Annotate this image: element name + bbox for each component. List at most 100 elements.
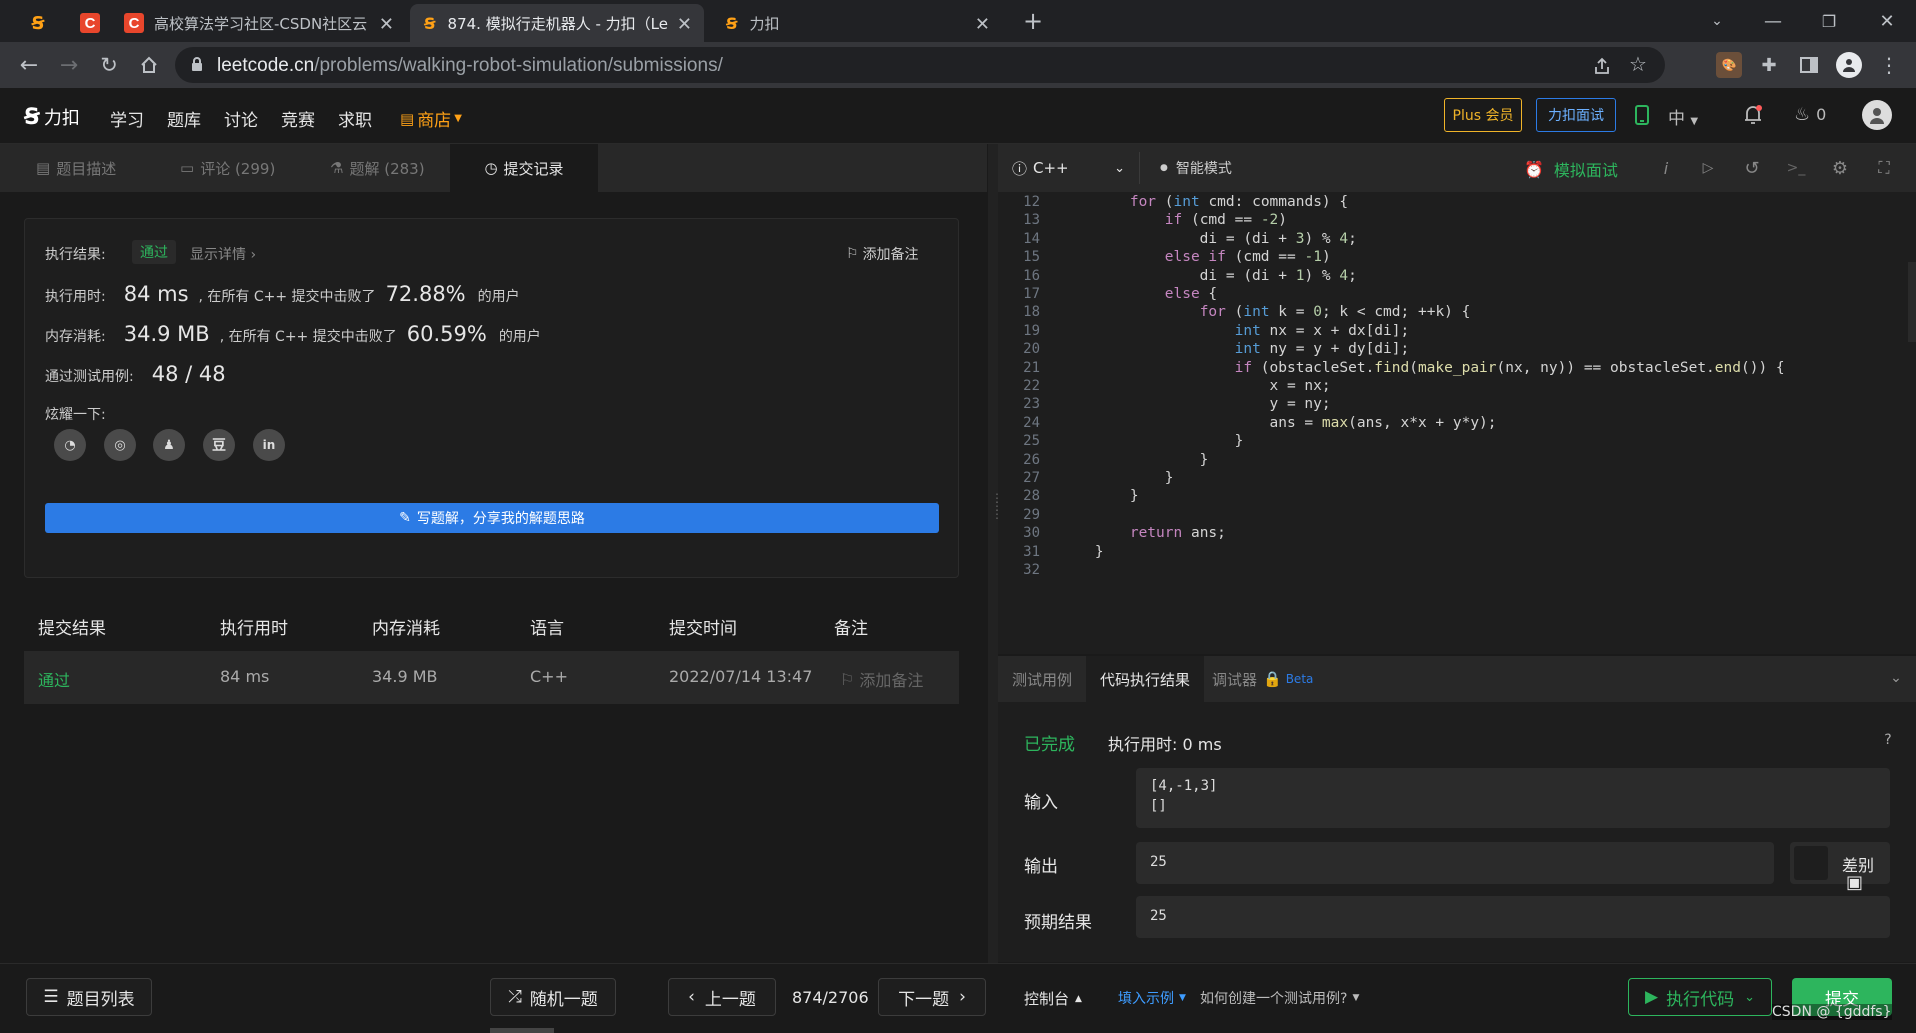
language-switch[interactable]: 中 ▼ [1668,104,1698,129]
forward-arrow-icon[interactable]: → [54,50,84,80]
fullscreen-icon[interactable]: ⛶ [1872,156,1896,180]
browser-menu-kebab-icon[interactable]: ⋮ [1876,52,1902,78]
sidebar-panel-icon[interactable] [1796,52,1822,78]
write-solution-button[interactable]: ✎ 写题解，分享我的解题思路 [45,503,939,533]
collapse-chevron-icon[interactable]: ⌄ [1886,668,1906,688]
extensions-puzzle-icon[interactable]: ✚ [1756,52,1782,78]
row-result[interactable]: 通过 [38,667,70,691]
tab-description[interactable]: ▤ 题目描述 [24,144,164,192]
wechat-icon[interactable]: ◔ [54,429,86,461]
new-tab-plus-icon[interactable]: + [1018,6,1048,36]
code-line[interactable]: for (int k = 0; k < cmd; ++k) { [1060,304,1471,320]
row-add-note[interactable]: ⚐ 添加备注 [840,667,923,691]
site-logo[interactable]: Ꞩ 力扣 [24,104,80,130]
nav-shop[interactable]: ▤ 商店 ▼ [400,106,462,132]
nav-contest[interactable]: 竞赛 [281,106,315,131]
language-select[interactable]: ⓘ C++ ⌄ [1002,152,1140,184]
browser-tab-leetcode[interactable]: Ꞩ 力扣 ✕ [712,4,1002,42]
share-page-icon[interactable] [1591,55,1613,77]
back-arrow-icon[interactable]: ← [14,50,44,80]
code-line[interactable]: int ny = y + dy[di]; [1060,341,1410,357]
how-to-create-testcase-link[interactable]: 如何创建一个测试用例? ▼ [1200,988,1359,1008]
nav-problemset[interactable]: 题库 [167,106,201,131]
browser-tab-csdn-pinned[interactable]: C [72,4,108,42]
weibo-icon[interactable]: ◎ [104,429,136,461]
user-avatar[interactable] [1862,100,1892,130]
tab-testcase[interactable]: 测试用例 [1012,656,1094,702]
italic-info-icon[interactable]: i [1654,156,1678,180]
bookmark-star-icon[interactable]: ☆ [1627,52,1649,76]
random-problem-button[interactable]: ⤮ 随机一题 [490,978,616,1016]
settings-gear-icon[interactable]: ⚙ [1828,156,1852,180]
console-toggle[interactable]: 控制台 ▲ [1024,988,1082,1009]
douban-icon[interactable]: 豆 [203,429,235,461]
table-row[interactable] [24,651,959,704]
problem-list-button[interactable]: ☰ 题目列表 [26,978,152,1016]
help-question-icon[interactable]: ? [1878,730,1898,750]
code-line[interactable]: return ans; [1060,525,1226,541]
home-icon[interactable] [134,50,164,80]
code-line[interactable]: else { [1060,286,1217,302]
notification-bell-icon[interactable] [1740,102,1766,128]
nav-learn[interactable]: 学习 [110,106,144,131]
address-bar[interactable]: leetcode.cn/problems/walking-robot-simul… [175,47,1665,83]
code-line[interactable]: int nx = x + dx[di]; [1060,323,1410,339]
show-details-link[interactable]: 显示详情 › [190,244,256,264]
nav-discuss[interactable]: 讨论 [224,106,258,131]
input-box[interactable]: [4,-1,3] [] [1136,768,1890,828]
close-tab-icon[interactable]: ✕ [379,14,394,35]
panel-splitter[interactable]: ⋮ ⋮ ⋮ [988,144,1003,963]
reset-icon[interactable]: ↺ [1740,156,1764,180]
tab-solutions[interactable]: ⚗ 题解 (283) [318,144,458,192]
code-line[interactable]: di = (di + 1) % 4; [1060,268,1357,284]
code-line[interactable]: di = (di + 3) % 4; [1060,231,1357,247]
code-line[interactable]: } [1060,544,1104,560]
close-tab-icon[interactable]: ✕ [975,14,990,35]
mobile-app-icon[interactable] [1632,103,1652,127]
code-line[interactable]: ans = max(ans, x*x + y*y); [1060,415,1497,431]
window-close-icon[interactable]: ✕ [1872,6,1902,36]
profile-icon[interactable] [1836,52,1862,78]
code-line[interactable]: x = nx; [1060,378,1331,394]
diff-toggle[interactable]: 差别 ▣ [1790,842,1890,893]
code-line[interactable]: } [1060,488,1139,504]
terminal-icon[interactable]: >_ [1784,156,1808,180]
tab-search-chevron-icon[interactable]: ⌄ [1702,6,1732,36]
tab-comments[interactable]: ▭ 评论 (299) [168,144,308,192]
code-line[interactable]: y = ny; [1060,396,1331,412]
mock-interview-button[interactable]: ⏰ 模拟面试 [1524,157,1618,181]
play-icon[interactable]: ▷ [1696,156,1720,180]
code-line[interactable]: if (cmd == -2) [1060,212,1287,228]
code-line[interactable]: for (int cmd: commands) { [1060,194,1348,210]
prev-problem-button[interactable]: ‹ 上一题 [668,978,776,1016]
next-problem-button[interactable]: 下一题 › [878,978,986,1016]
points-counter[interactable]: ♨ 0 [1794,104,1826,125]
code-line[interactable]: if (obstacleSet.find(make_pair(nx, ny)) … [1060,360,1785,376]
browser-tab-problem[interactable]: Ꞩ 874. 模拟行走机器人 - 力扣（Le ✕ [410,4,704,42]
run-code-button[interactable]: ▶ 执行代码 ⌄ [1628,978,1772,1016]
horizontal-scrollbar[interactable] [490,1028,554,1033]
tab-debugger[interactable]: 调试器 🔒 Beta [1212,656,1342,702]
extension-avatar-icon[interactable]: 🎨 [1716,52,1742,78]
add-note-button[interactable]: ⚐ 添加备注 [846,244,919,264]
code-line[interactable]: } [1060,433,1244,449]
linkedin-icon[interactable]: in [253,429,285,461]
qq-icon[interactable]: ♟ [153,429,185,461]
interview-button[interactable]: 力扣面试 [1536,98,1616,132]
code-line[interactable]: } [1060,452,1209,468]
tab-run-result[interactable]: 代码执行结果 [1086,656,1204,702]
nav-jobs[interactable]: 求职 [338,106,372,131]
editor-scrollbar[interactable] [1908,262,1916,342]
smart-mode-toggle[interactable]: ● 智能模式 [1160,158,1232,178]
fill-example-dropdown[interactable]: 填入示例 ▼ [1118,988,1186,1008]
tab-submissions[interactable]: ◷ 提交记录 [450,144,598,192]
code-line[interactable]: else if (cmd == -1) [1060,249,1331,265]
close-tab-icon[interactable]: ✕ [677,14,692,35]
restore-icon[interactable]: ❐ [1814,6,1844,36]
browser-tab-csdn[interactable]: C 高校算法学习社区-CSDN社区云 ✕ [114,4,406,42]
code-line[interactable]: } [1060,470,1174,486]
plus-membership-button[interactable]: Plus 会员 [1444,98,1522,132]
minimize-icon[interactable]: — [1758,6,1788,36]
browser-tab-leetcode-pinned[interactable]: Ꞩ [18,4,58,42]
code-editor[interactable]: 12 for (int cmd: commands) {13 if (cmd =… [998,192,1916,654]
